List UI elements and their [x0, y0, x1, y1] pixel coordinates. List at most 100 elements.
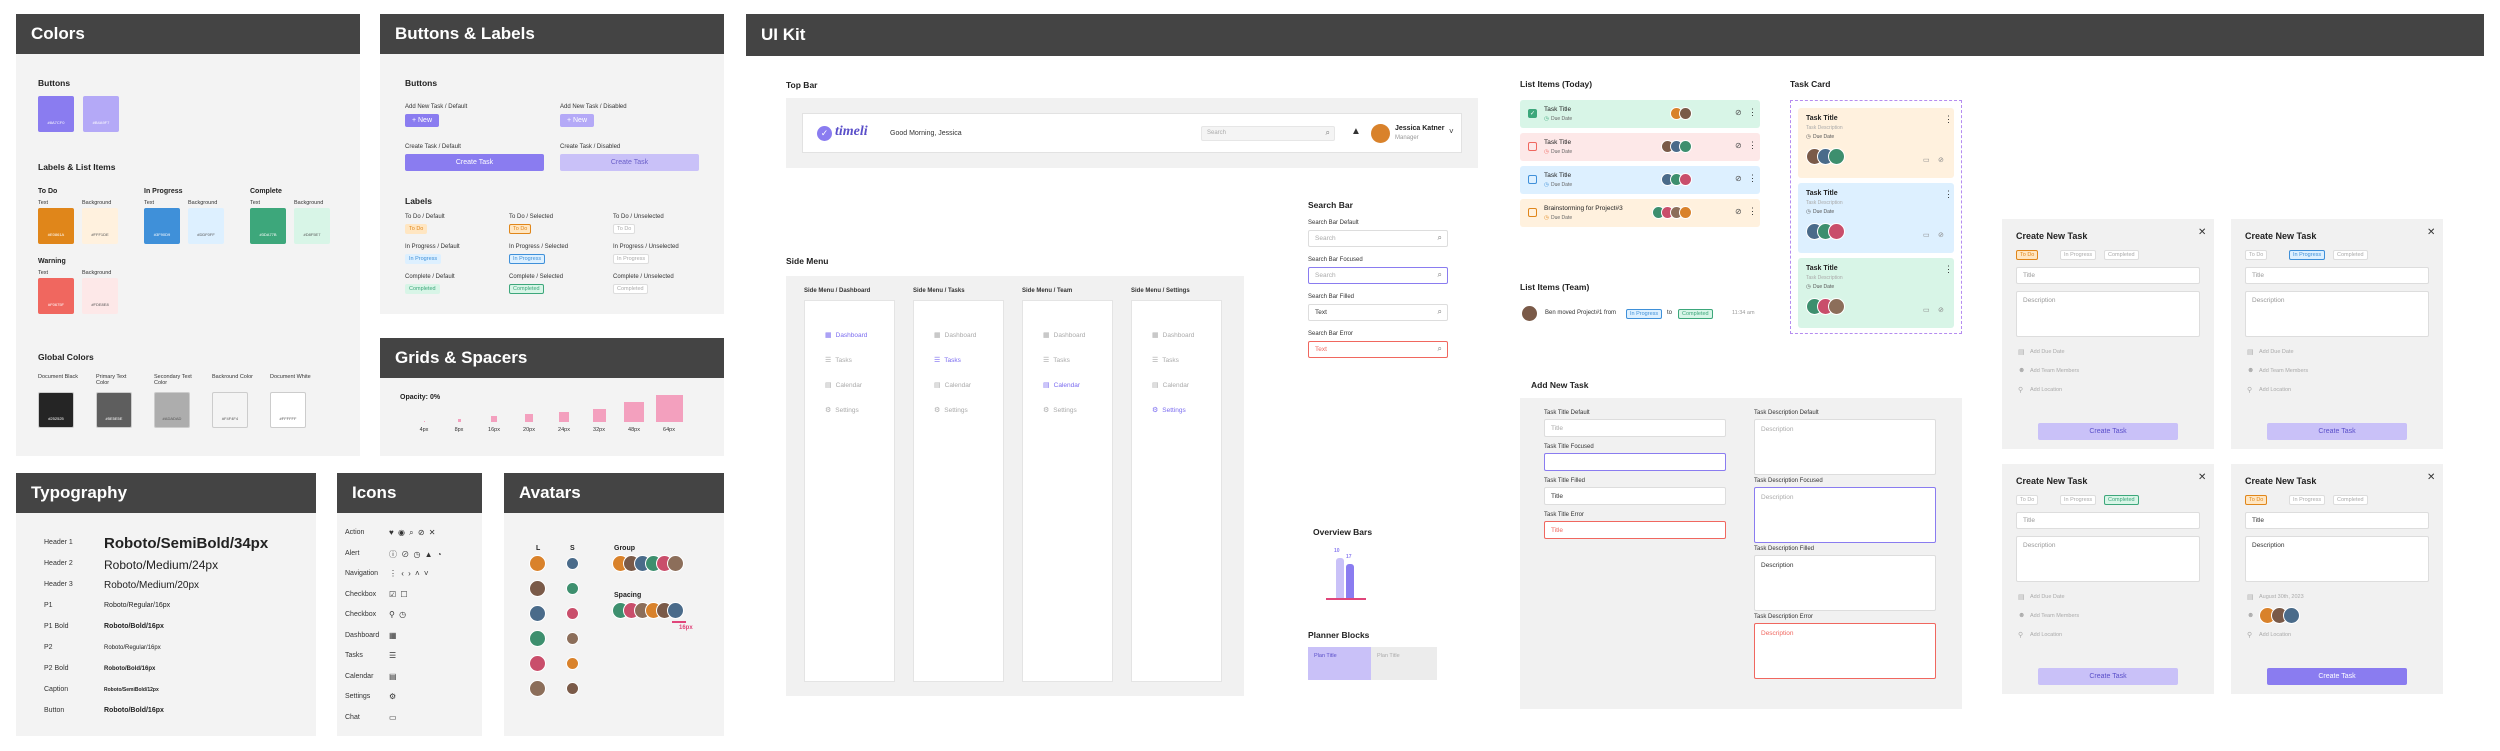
- kebab-icon[interactable]: ⋮: [1944, 264, 1953, 275]
- new-button-default[interactable]: + New: [405, 114, 439, 127]
- modal-due-date[interactable]: Add Due Date: [2030, 594, 2065, 600]
- close-icon[interactable]: ✕: [2427, 472, 2435, 483]
- side-menu-item[interactable]: ⚙ Settings: [934, 406, 968, 414]
- modal-desc-input[interactable]: Description: [2016, 291, 2200, 337]
- kebab-icon[interactable]: ⋮: [1748, 173, 1757, 184]
- status-label-pill[interactable]: Completed: [405, 284, 440, 294]
- modal-add-team[interactable]: Add Team Members: [2030, 613, 2079, 619]
- modal-create-button[interactable]: Create Task: [2267, 668, 2407, 685]
- modal-due-date[interactable]: August 30th, 2023: [2259, 594, 2304, 600]
- modal-add-location[interactable]: Add Location: [2259, 632, 2291, 638]
- status-label-pill[interactable]: In Progress: [509, 254, 546, 264]
- side-menu-item[interactable]: ▦ Dashboard: [825, 331, 867, 339]
- modal-status-pill[interactable]: In Progress: [2289, 495, 2326, 505]
- side-menu-item[interactable]: ☰ Tasks: [1043, 356, 1070, 364]
- list-item-today[interactable]: ✓ Task Title ◷ Due Date ⊘ ⋮: [1520, 100, 1760, 128]
- modal-add-location[interactable]: Add Location: [2030, 632, 2062, 638]
- modal-title-input[interactable]: Title: [2245, 267, 2429, 284]
- list-item-today[interactable]: Task Title ◷ Due Date ⊘ ⋮: [1520, 166, 1760, 194]
- side-menu-item[interactable]: ▤ Calendar: [1043, 381, 1080, 389]
- create-task-button-disabled[interactable]: Create Task: [560, 154, 699, 171]
- status-label-pill[interactable]: In Progress: [405, 254, 442, 264]
- checkbox[interactable]: [1528, 175, 1537, 184]
- kebab-icon[interactable]: ⋮: [1748, 107, 1757, 118]
- side-menu-item[interactable]: ▤ Calendar: [1152, 381, 1189, 389]
- new-button-disabled[interactable]: + New: [560, 114, 594, 127]
- status-label-pill[interactable]: To Do: [613, 224, 636, 234]
- checkbox[interactable]: [1528, 208, 1537, 217]
- search-input[interactable]: Text ⌕: [1308, 304, 1448, 321]
- close-icon[interactable]: ✕: [2198, 227, 2206, 238]
- modal-desc-input[interactable]: Description: [2245, 536, 2429, 582]
- search-input[interactable]: Text ⌕: [1308, 341, 1448, 358]
- modal-status-pill[interactable]: Completed: [2104, 250, 2139, 260]
- search-input[interactable]: Search ⌕: [1308, 267, 1448, 284]
- side-menu-item[interactable]: ▤ Calendar: [934, 381, 971, 389]
- kebab-icon[interactable]: ⋮: [1748, 206, 1757, 217]
- topbar-search[interactable]: Search ⌕: [1201, 126, 1335, 141]
- search-input[interactable]: Search ⌕: [1308, 230, 1448, 247]
- modal-status-pill[interactable]: Completed: [2333, 250, 2368, 260]
- side-menu-item[interactable]: ▤ Calendar: [825, 381, 862, 389]
- task-desc-input[interactable]: Description: [1754, 555, 1936, 611]
- task-title-input[interactable]: Title: [1544, 487, 1726, 505]
- team-list-item[interactable]: Ben moved Project#1 from In Progress to …: [1520, 303, 1760, 325]
- close-icon[interactable]: ✕: [2427, 227, 2435, 238]
- modal-status-pill[interactable]: To Do: [2016, 495, 2039, 505]
- kebab-icon[interactable]: ⋮: [1944, 189, 1953, 200]
- side-menu-item[interactable]: ☰ Tasks: [1152, 356, 1179, 364]
- modal-add-team[interactable]: Add Team Members: [2030, 368, 2079, 374]
- modal-status-pill[interactable]: Completed: [2333, 495, 2368, 505]
- modal-status-pill[interactable]: In Progress: [2060, 250, 2097, 260]
- modal-create-button[interactable]: Create Task: [2038, 423, 2178, 440]
- kebab-icon[interactable]: ⋮: [1944, 114, 1953, 125]
- modal-status-pill[interactable]: In Progress: [2289, 250, 2326, 260]
- side-menu-item[interactable]: ☰ Tasks: [825, 356, 852, 364]
- task-card[interactable]: Task Title Task Description ◷ Due Date ⋮ ▭ ⊘: [1798, 183, 1954, 253]
- planner-block[interactable]: Plan Title: [1371, 647, 1437, 680]
- close-icon[interactable]: ✕: [2198, 472, 2206, 483]
- modal-status-pill[interactable]: In Progress: [2060, 495, 2097, 505]
- modal-desc-input[interactable]: Description: [2016, 536, 2200, 582]
- checkbox[interactable]: [1528, 142, 1537, 151]
- task-desc-input[interactable]: Description: [1754, 419, 1936, 475]
- planner-block-active[interactable]: Plan Title: [1308, 647, 1371, 680]
- modal-due-date[interactable]: Add Due Date: [2259, 349, 2294, 355]
- task-title-input[interactable]: [1544, 453, 1726, 471]
- task-card[interactable]: Task Title Task Description ◷ Due Date ⋮ ▭ ⊘: [1798, 108, 1954, 178]
- modal-add-team[interactable]: Add Team Members: [2259, 368, 2308, 374]
- modal-title-input[interactable]: Title: [2016, 267, 2200, 284]
- task-desc-input[interactable]: Description: [1754, 623, 1936, 679]
- status-label-pill[interactable]: To Do: [405, 224, 428, 234]
- modal-desc-input[interactable]: Description: [2245, 291, 2429, 337]
- modal-title-input[interactable]: Title: [2016, 512, 2200, 529]
- modal-status-pill[interactable]: To Do: [2016, 250, 2039, 260]
- task-desc-input[interactable]: Description: [1754, 487, 1936, 543]
- status-label-pill[interactable]: To Do: [509, 224, 532, 234]
- create-task-button-default[interactable]: Create Task: [405, 154, 544, 171]
- status-label-pill[interactable]: Completed: [509, 284, 544, 294]
- list-item-today[interactable]: Task Title ◷ Due Date ⊘ ⋮: [1520, 133, 1760, 161]
- task-title-input[interactable]: Title: [1544, 521, 1726, 539]
- modal-status-pill[interactable]: To Do: [2245, 495, 2268, 505]
- task-card[interactable]: Task Title Task Description ◷ Due Date ⋮ ▭ ⊘: [1798, 258, 1954, 328]
- side-menu-item[interactable]: ⚙ Settings: [1043, 406, 1077, 414]
- status-label-pill[interactable]: In Progress: [613, 254, 650, 264]
- modal-add-location[interactable]: Add Location: [2259, 387, 2291, 393]
- list-item-today[interactable]: Brainstorming for Project#3 ◷ Due Date ⊘ ⋮: [1520, 199, 1760, 227]
- modal-add-location[interactable]: Add Location: [2030, 387, 2062, 393]
- side-menu-item[interactable]: ▦ Dashboard: [1043, 331, 1085, 339]
- modal-status-pill[interactable]: To Do: [2245, 250, 2268, 260]
- checkbox[interactable]: ✓: [1528, 109, 1537, 118]
- modal-due-date[interactable]: Add Due Date: [2030, 349, 2065, 355]
- user-avatar[interactable]: [1371, 124, 1390, 143]
- modal-create-button[interactable]: Create Task: [2267, 423, 2407, 440]
- modal-status-pill[interactable]: Completed: [2104, 495, 2139, 505]
- chevron-down-icon[interactable]: ˅: [1449, 127, 1454, 136]
- side-menu-item[interactable]: ▦ Dashboard: [1152, 331, 1194, 339]
- side-menu-item[interactable]: ▦ Dashboard: [934, 331, 976, 339]
- bell-icon[interactable]: ▲: [1351, 126, 1361, 137]
- side-menu-item[interactable]: ☰ Tasks: [934, 356, 961, 364]
- status-label-pill[interactable]: Completed: [613, 284, 648, 294]
- kebab-icon[interactable]: ⋮: [1748, 140, 1757, 151]
